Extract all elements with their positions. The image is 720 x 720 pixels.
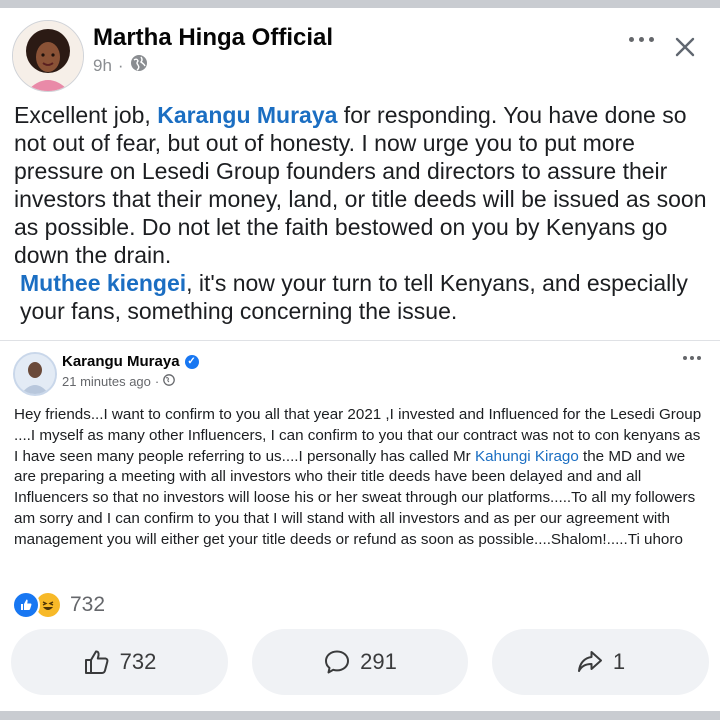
- comment-icon: [323, 648, 351, 676]
- comment-count: 291: [360, 649, 397, 674]
- shared-author-name[interactable]: Karangu Muraya: [62, 353, 180, 370]
- author-avatar[interactable]: [12, 20, 84, 92]
- reactions-summary[interactable]: 732: [12, 591, 105, 619]
- shared-author-avatar[interactable]: [13, 352, 57, 396]
- post-body: Excellent job, Karangu Muraya for respon…: [14, 101, 714, 325]
- post-author-name[interactable]: Martha Hinga Official: [93, 24, 333, 52]
- like-count: 732: [119, 649, 157, 674]
- share-count: 1: [612, 649, 626, 674]
- mention-karangu-muraya[interactable]: Karangu Muraya: [157, 102, 337, 128]
- shared-time[interactable]: 21 minutes ago: [62, 374, 151, 389]
- post-time[interactable]: 9h: [93, 56, 112, 76]
- post-paragraph-1: Excellent job, Karangu Muraya for respon…: [14, 101, 714, 269]
- shared-more-options-icon[interactable]: [683, 356, 701, 360]
- post-paragraph-2: Muthee kiengei, it's now your turn to te…: [14, 269, 714, 325]
- shared-meta: 21 minutes ago ·: [62, 374, 176, 389]
- bottom-divider: [0, 711, 720, 720]
- post-text-1-prefix: Excellent job,: [14, 102, 158, 128]
- shared-meta-separator: ·: [154, 374, 160, 389]
- share-button[interactable]: 1: [492, 629, 709, 695]
- close-icon[interactable]: [674, 36, 696, 58]
- post-meta: 9h ·: [93, 54, 148, 77]
- thumbs-up-icon: [83, 648, 111, 676]
- shared-globe-icon: [163, 374, 176, 389]
- shared-post-body: Hey friends...I want to confirm to you a…: [14, 405, 704, 551]
- shared-author-row: Karangu Muraya ✓: [62, 353, 199, 370]
- verified-badge-icon: ✓: [184, 354, 199, 369]
- comment-button[interactable]: 291: [252, 629, 468, 695]
- like-icon: [12, 591, 40, 619]
- mention-kahungi-kirago[interactable]: Kahungi Kirago: [475, 448, 579, 465]
- more-options-icon[interactable]: [629, 37, 654, 42]
- globe-icon: [130, 54, 148, 77]
- mention-muthee-kiengei[interactable]: Muthee kiengei: [20, 270, 186, 296]
- like-button[interactable]: 732: [11, 629, 228, 695]
- meta-separator: ·: [117, 55, 124, 75]
- share-icon: [576, 648, 604, 676]
- top-divider: [0, 0, 720, 8]
- reactions-count: 732: [70, 593, 106, 616]
